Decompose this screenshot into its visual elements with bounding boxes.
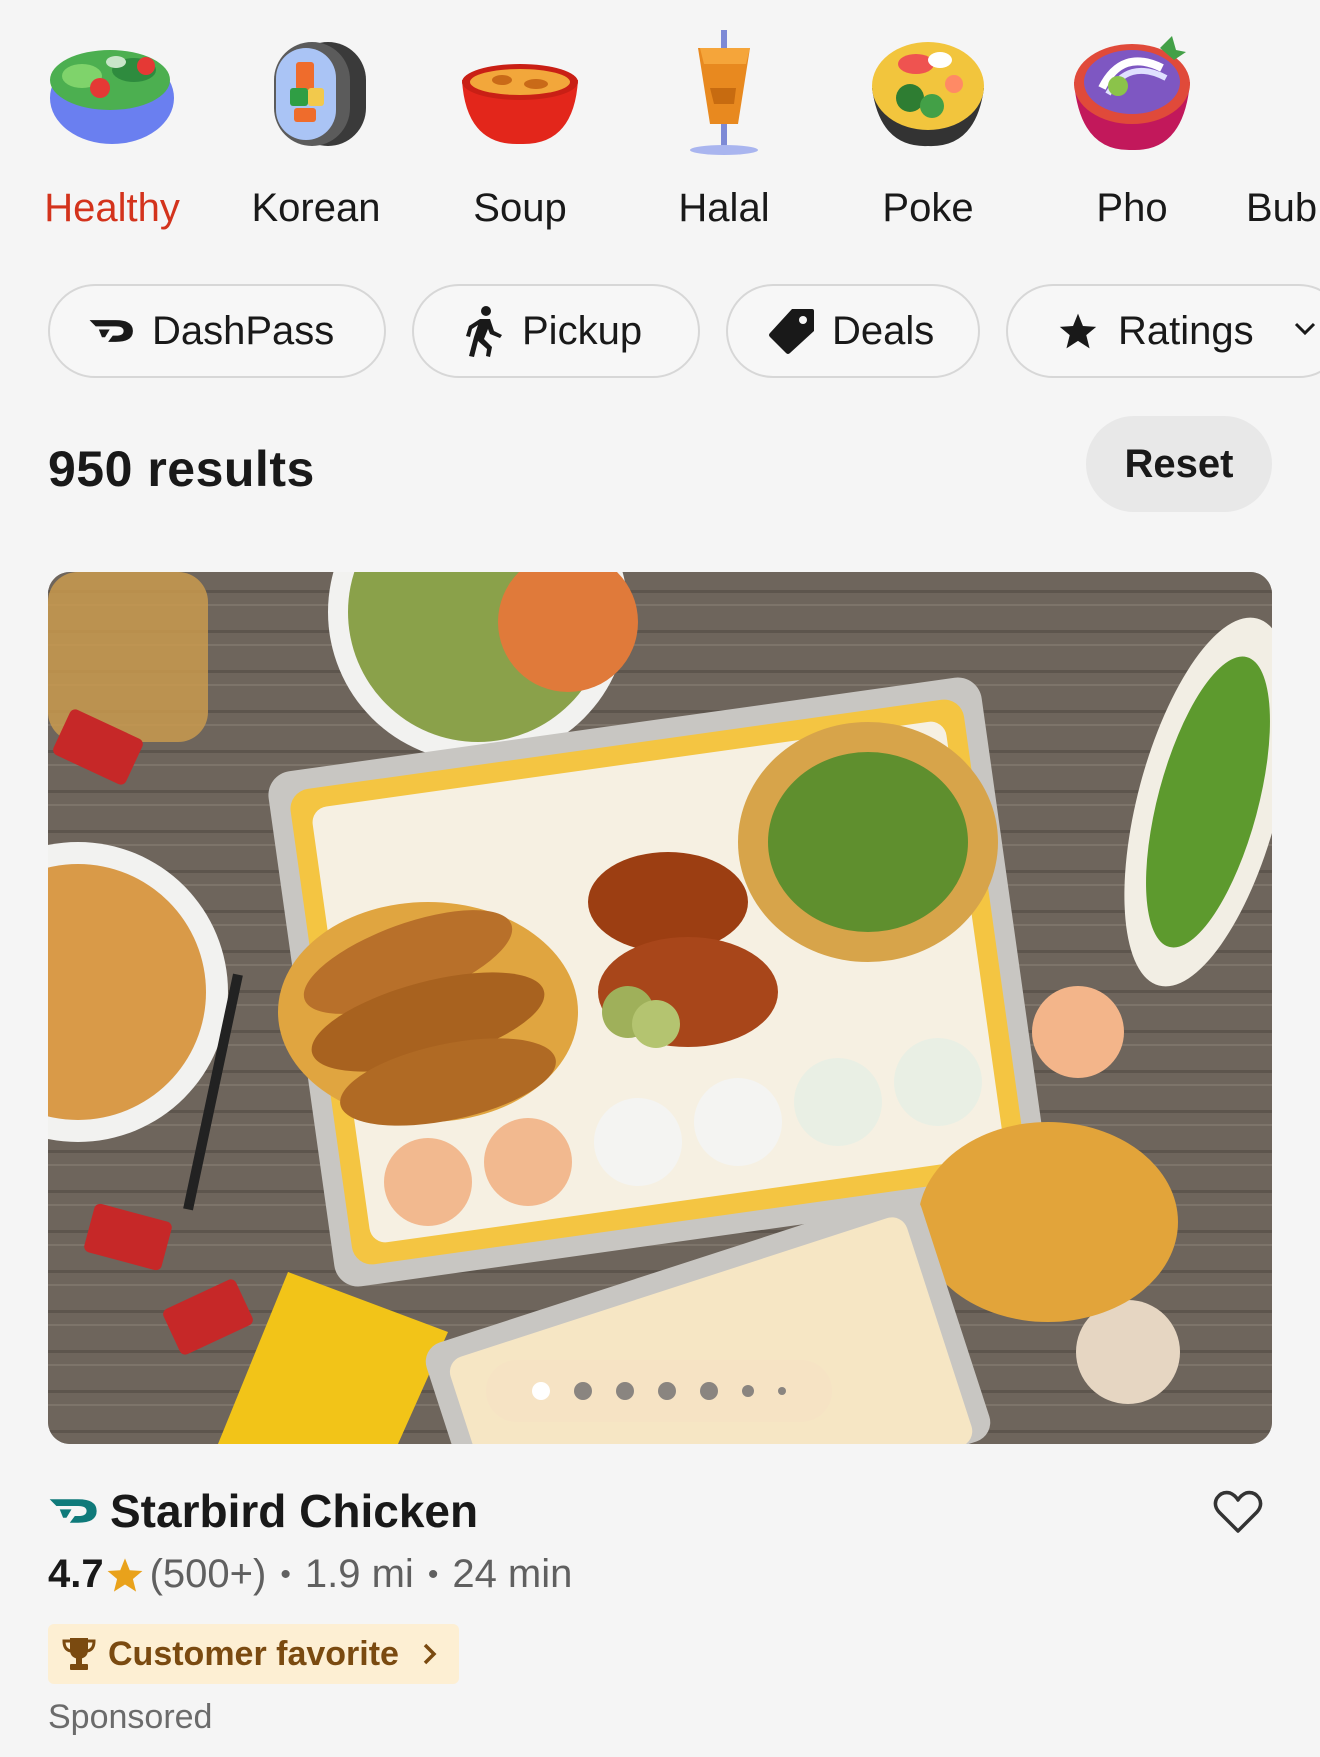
store-hero-image[interactable] xyxy=(48,572,1272,1444)
carousel-dot[interactable] xyxy=(742,1385,754,1397)
filter-chip-row[interactable]: DashPass Pickup Deals Ratings xyxy=(0,284,1320,380)
price-tag-icon xyxy=(768,307,816,355)
category-bubble-tea[interactable]: Bub xyxy=(1234,0,1320,250)
sponsored-label: Sponsored xyxy=(48,1698,213,1736)
chevron-down-icon xyxy=(1294,322,1316,341)
salad-bowl-icon xyxy=(42,28,182,156)
chevron-right-icon xyxy=(423,1643,437,1665)
category-label: Pho xyxy=(1096,186,1168,230)
store-eta: 24 min xyxy=(452,1552,573,1596)
category-pho[interactable]: Pho xyxy=(1030,0,1234,250)
reset-button[interactable]: Reset xyxy=(1086,416,1272,512)
walking-person-icon xyxy=(458,306,506,357)
category-healthy[interactable]: Healthy xyxy=(10,0,214,250)
store-rating: 4.7 xyxy=(48,1552,104,1596)
shawarma-icon xyxy=(654,28,794,156)
meta-separator: • xyxy=(427,1557,439,1591)
rating-star-icon xyxy=(107,1557,143,1592)
filter-ratings-label: Ratings xyxy=(1118,308,1254,353)
carousel-dot[interactable] xyxy=(658,1382,676,1400)
category-halal[interactable]: Halal xyxy=(622,0,826,250)
carousel-dot[interactable] xyxy=(700,1382,718,1400)
store-distance: 1.9 mi xyxy=(304,1552,414,1596)
meta-separator: • xyxy=(280,1557,291,1591)
customer-favorite-badge[interactable]: Customer favorite xyxy=(48,1624,459,1684)
carousel-dot[interactable] xyxy=(616,1382,634,1400)
filter-deals-chip[interactable]: Deals xyxy=(726,284,980,378)
favorite-heart-button[interactable] xyxy=(1208,1484,1268,1540)
trophy-icon xyxy=(62,1638,96,1670)
poke-bowl-icon xyxy=(858,28,998,156)
store-title-row[interactable]: Starbird Chicken xyxy=(48,1484,478,1538)
dashpass-badge-icon xyxy=(49,1499,97,1523)
category-korean[interactable]: Korean xyxy=(214,0,418,250)
store-review-count: (500+) xyxy=(149,1552,267,1596)
pho-bowl-icon xyxy=(1062,28,1202,156)
dashpass-icon xyxy=(88,307,136,355)
filter-dashpass-label: DashPass xyxy=(152,308,335,353)
cuisine-category-strip[interactable]: Healthy Korean Soup Halal Poke Pho Bub xyxy=(0,0,1320,250)
kimbap-icon xyxy=(246,28,386,156)
results-count: 950 results xyxy=(48,441,315,497)
category-label: Poke xyxy=(882,186,974,230)
filter-dashpass-chip[interactable]: DashPass xyxy=(48,284,386,378)
filter-pickup-chip[interactable]: Pickup xyxy=(412,284,700,378)
heart-icon xyxy=(1213,1490,1263,1533)
filter-pickup-label: Pickup xyxy=(522,308,643,353)
store-meta-row: 4.7 (500+) • 1.9 mi • 24 min xyxy=(48,1552,572,1597)
customer-favorite-label: Customer favorite xyxy=(108,1634,399,1673)
category-label: Healthy xyxy=(44,186,180,230)
filter-deals-label: Deals xyxy=(832,308,935,353)
category-label: Bub xyxy=(1246,186,1318,230)
category-label: Korean xyxy=(251,186,381,230)
bubble-tea-icon xyxy=(1266,28,1320,156)
carousel-dot[interactable] xyxy=(778,1387,786,1395)
filter-ratings-dropdown[interactable]: Ratings xyxy=(1006,284,1320,378)
image-carousel-indicator[interactable] xyxy=(486,1360,832,1422)
soup-bowl-icon xyxy=(450,28,590,156)
store-name[interactable]: Starbird Chicken xyxy=(110,1484,478,1538)
carousel-dot[interactable] xyxy=(574,1382,592,1400)
food-photo xyxy=(48,572,1272,1444)
star-icon xyxy=(1054,307,1102,355)
carousel-dot-active[interactable] xyxy=(532,1382,550,1400)
category-poke[interactable]: Poke xyxy=(826,0,1030,250)
category-soup[interactable]: Soup xyxy=(418,0,622,250)
category-label: Halal xyxy=(678,186,770,230)
category-label: Soup xyxy=(473,186,567,230)
